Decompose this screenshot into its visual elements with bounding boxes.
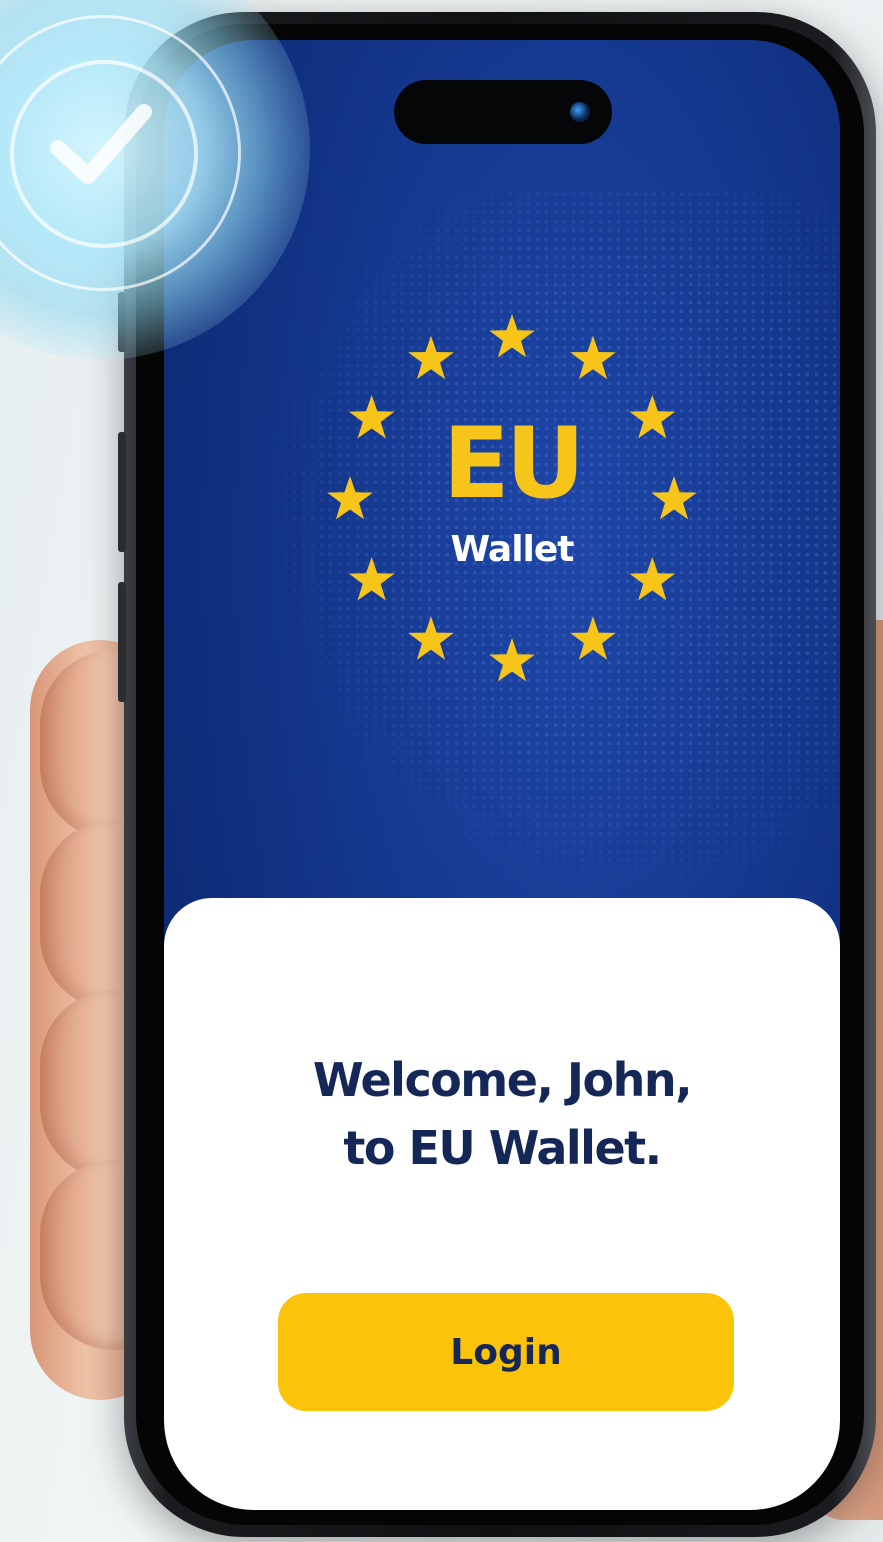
welcome-line-1: Welcome, John,	[312, 1053, 693, 1107]
welcome-card: Welcome, John, to EU Wallet. Login	[164, 898, 840, 1510]
eu-star-icon	[408, 616, 454, 660]
verified-check-icon	[50, 104, 152, 184]
eu-star-icon	[408, 335, 454, 380]
logo-subtitle: Wallet	[450, 529, 574, 570]
eu-star-icon	[570, 335, 616, 380]
volume-down-button	[118, 582, 126, 702]
eu-star-icon	[489, 314, 535, 358]
eu-star-icon	[489, 638, 535, 682]
login-button[interactable]: Login	[278, 1293, 734, 1411]
welcome-line-2: to EU Wallet.	[343, 1121, 662, 1175]
volume-up-button	[118, 432, 126, 552]
logo-title: EU	[442, 407, 586, 521]
front-camera-icon	[570, 102, 590, 122]
eu-wallet-logo: EU Wallet	[322, 300, 702, 700]
welcome-message: Welcome, John, to EU Wallet.	[164, 1046, 840, 1182]
eu-star-icon	[570, 616, 616, 660]
promo-scene: EU Wallet Welcome, John, to EU Wallet. L…	[0, 0, 883, 1542]
dynamic-island	[394, 80, 612, 144]
